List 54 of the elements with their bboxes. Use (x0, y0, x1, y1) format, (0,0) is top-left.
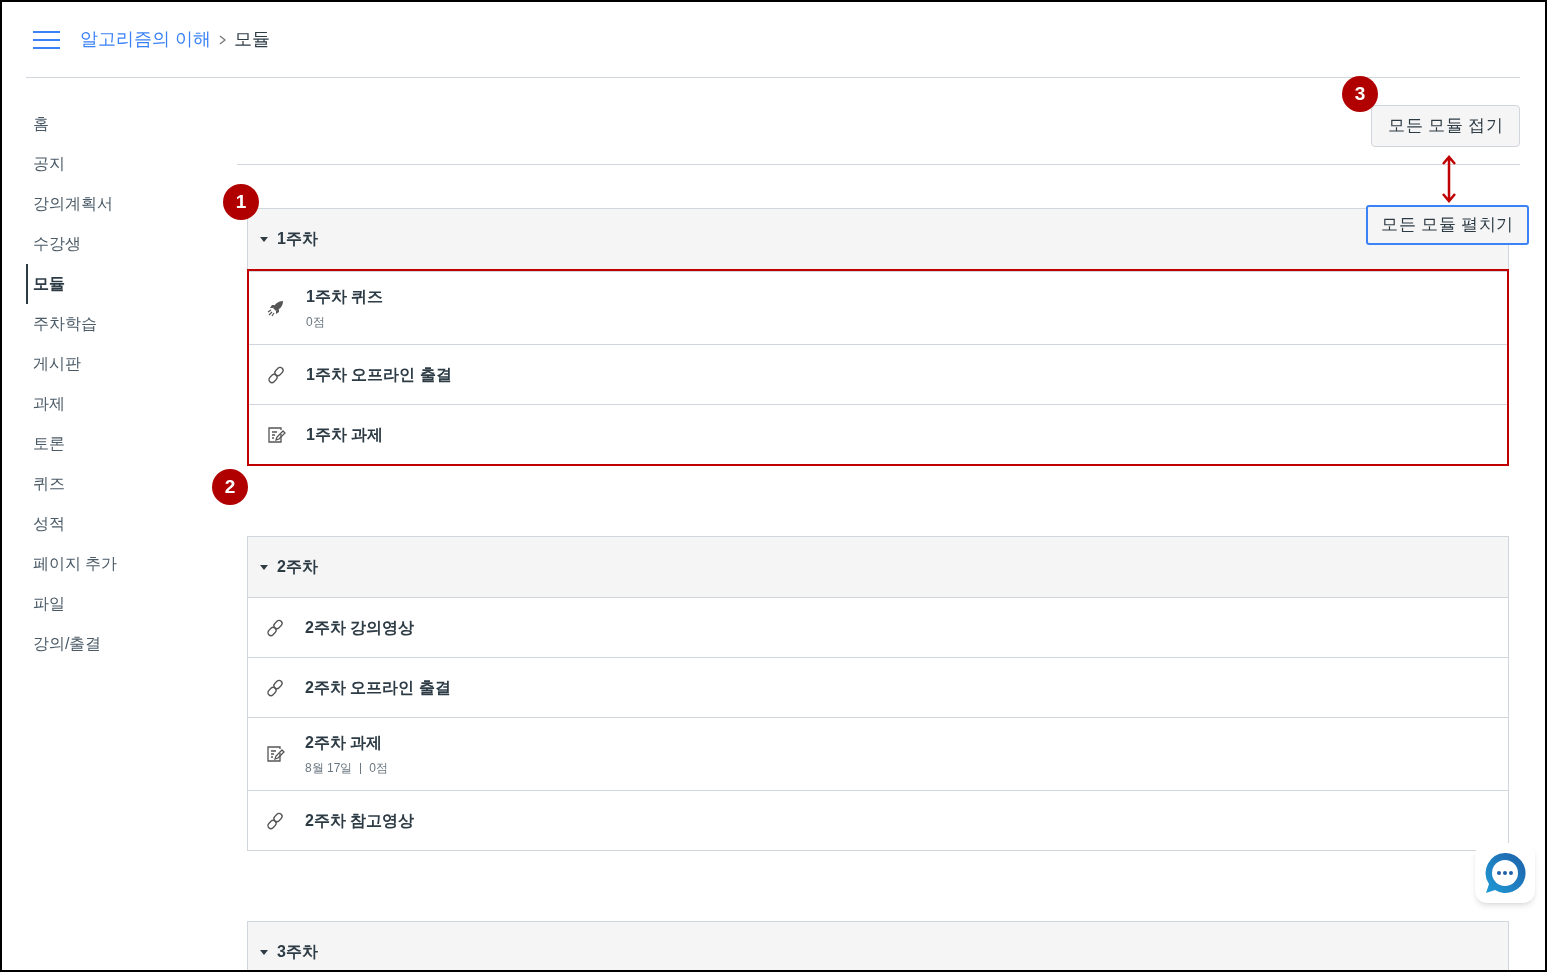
sidebar-item[interactable]: 파일 (26, 584, 65, 624)
assignment-icon (265, 744, 285, 764)
sidebar-item[interactable]: 강의/출결 (26, 624, 102, 664)
item-title: 2주차 과제 (305, 733, 384, 753)
sidebar-item[interactable]: 홈 (26, 104, 49, 144)
item-title: 1주차 과제 (306, 424, 384, 445)
item-title: 2주차 강의영상 (305, 617, 415, 638)
module-item[interactable]: 1주차 오프라인 출결 (249, 344, 1507, 404)
link-icon (265, 677, 285, 698)
item-meta: 8월 17일 (305, 760, 353, 777)
expand-all-button[interactable]: 모든 모듈 펼치기 (1366, 205, 1529, 245)
module-item[interactable]: 1주차 과제 (249, 404, 1507, 464)
module-header[interactable]: 3주차 (248, 922, 1508, 970)
link-icon (266, 364, 286, 385)
item-title: 2주차 오프라인 출결 (305, 677, 451, 698)
item-meta: 0점 (306, 314, 325, 331)
module-header[interactable]: 2주차 (248, 537, 1508, 597)
menu-icon[interactable] (33, 29, 60, 50)
sidebar-item[interactable]: 성적 (26, 504, 65, 544)
sidebar-item[interactable]: 모듈 (26, 264, 65, 304)
assignment-icon (266, 424, 286, 445)
module-item[interactable]: 2주차 강의영상 (248, 597, 1508, 657)
module-title: 3주차 (277, 942, 318, 962)
chat-icon (1483, 851, 1527, 895)
callout-badge: 3 (1342, 76, 1378, 112)
chat-button[interactable] (1475, 843, 1535, 903)
link-icon (265, 810, 285, 831)
module-item[interactable]: 2주차 과제 8월 17일 0점 (248, 717, 1508, 790)
sidebar-item[interactable]: 게시판 (26, 344, 81, 384)
sidebar-item[interactable]: 토론 (26, 424, 65, 464)
item-meta: 0점 (369, 760, 389, 777)
callout-badge: 2 (212, 469, 248, 505)
sidebar-item[interactable]: 페이지 추가 (26, 544, 118, 584)
double-arrow (1441, 154, 1457, 204)
sidebar-item[interactable]: 수강생 (26, 224, 81, 264)
item-title: 1주차 오프라인 출결 (306, 364, 452, 385)
link-icon (265, 617, 285, 638)
breadcrumb-current: 모듈 (234, 28, 270, 51)
sidebar-item[interactable]: 과제 (26, 384, 65, 424)
sidebar-item[interactable]: 주차학습 (26, 304, 97, 344)
sidebar-item[interactable]: 공지 (26, 144, 65, 184)
collapse-all-button[interactable]: 모든 모듈 접기 (1371, 105, 1520, 147)
sidebar-item[interactable]: 강의계획서 (26, 184, 113, 224)
module-item[interactable]: 1주차 퀴즈 0점 (249, 271, 1507, 344)
item-title: 1주차 퀴즈 (306, 287, 384, 307)
module-title: 1주차 (277, 229, 318, 249)
breadcrumb-link[interactable]: 알고리즘의 이해 (80, 26, 211, 53)
sidebar-item[interactable]: 퀴즈 (26, 464, 65, 504)
module-item[interactable]: 2주차 오프라인 출결 (248, 657, 1508, 717)
item-title: 2주차 참고영상 (305, 810, 415, 831)
chevron-icon (219, 34, 226, 45)
module-title: 2주차 (277, 557, 318, 577)
rocket-icon (266, 298, 286, 318)
callout-badge: 1 (223, 184, 259, 220)
